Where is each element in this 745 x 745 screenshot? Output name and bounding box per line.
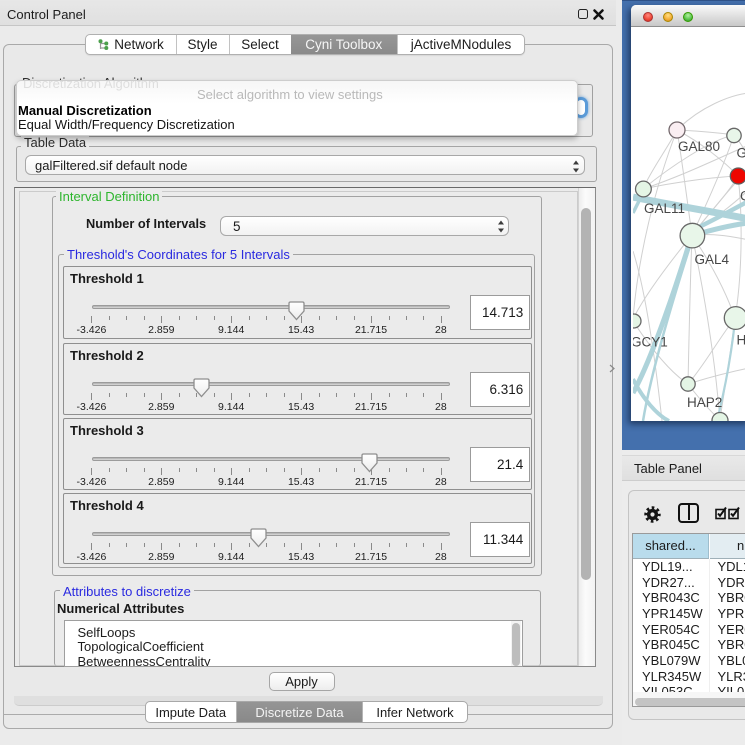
svg-text:HI: HI [737,333,745,348]
svg-text:GA: GA [737,146,745,161]
svg-text:HAP2: HAP2 [687,395,722,410]
svg-text:GAL11: GAL11 [644,201,685,216]
svg-text:CY: CY [740,189,745,204]
svg-text:GCY1: GCY1 [633,335,668,350]
svg-text:GAL4: GAL4 [695,252,730,267]
svg-text:GAL80: GAL80 [678,139,720,154]
